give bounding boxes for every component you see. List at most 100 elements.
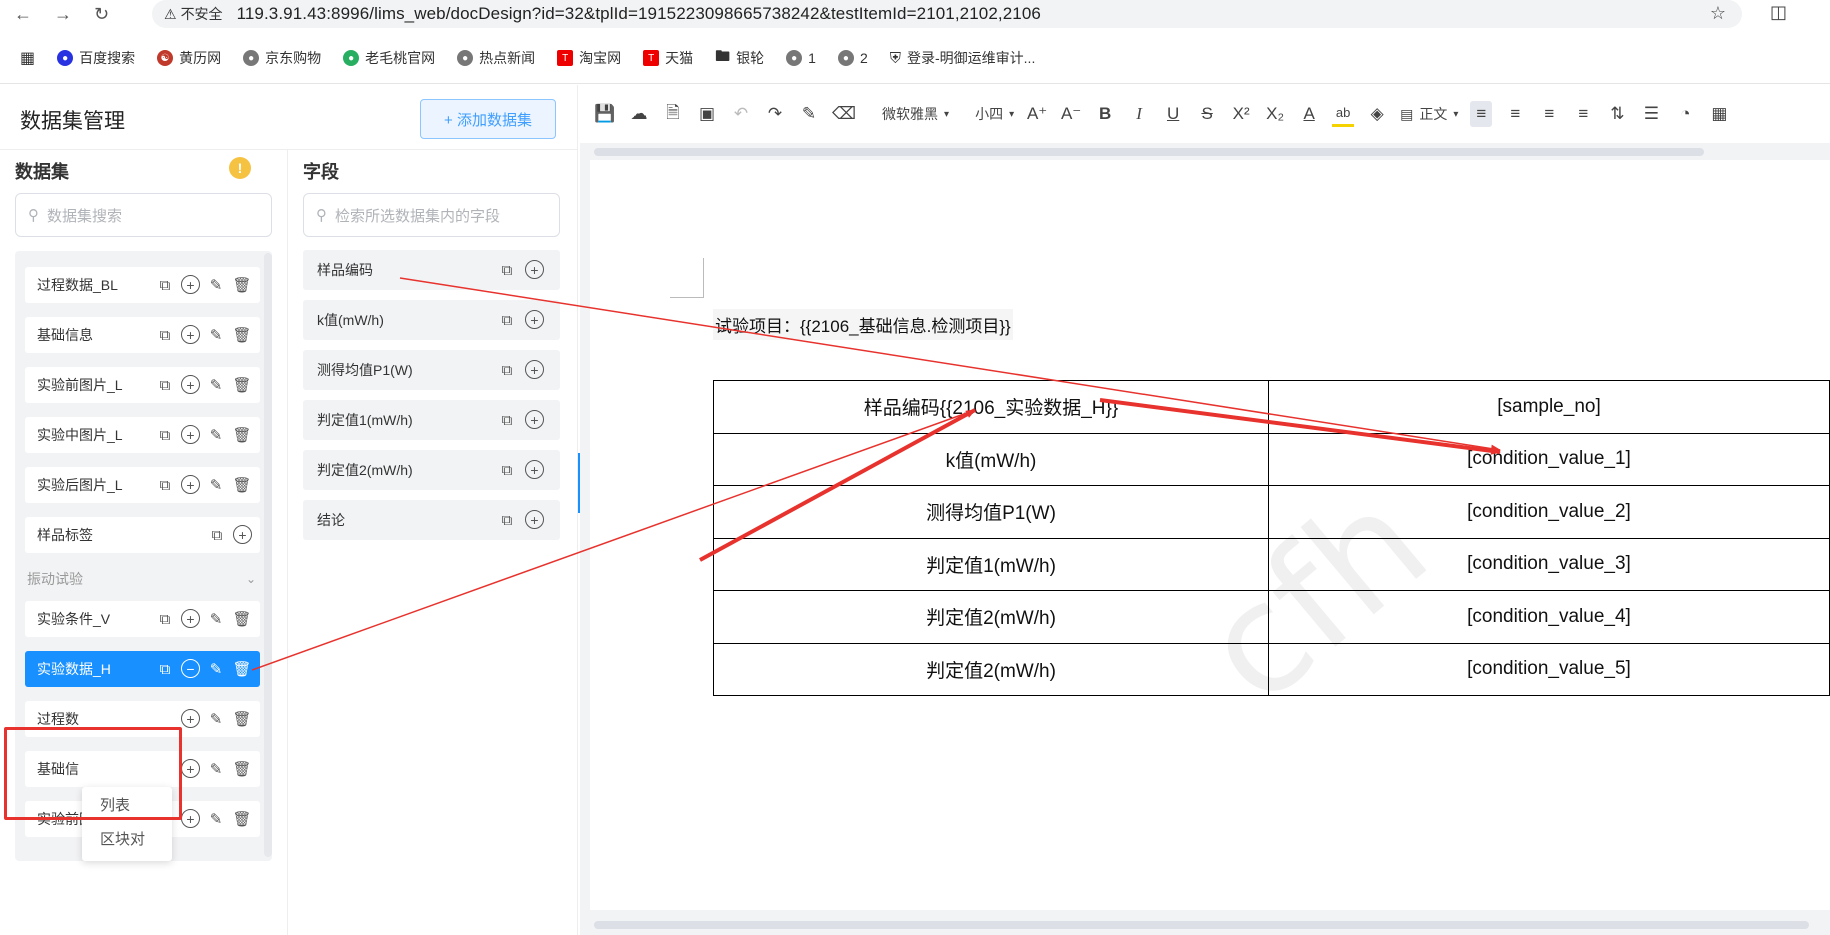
- table-cell[interactable]: 样品编码{{2106_实验数据_H}}: [713, 380, 1269, 434]
- copy-icon[interactable]: ⧉: [497, 360, 517, 380]
- fill-color-icon[interactable]: ◈: [1366, 101, 1388, 127]
- bookmark-item[interactable]: ● 2: [837, 50, 868, 66]
- bold-icon[interactable]: B: [1094, 101, 1116, 127]
- copy-icon[interactable]: ⧉: [497, 310, 517, 330]
- dataset-search-input[interactable]: ⚲ 数据集搜索: [15, 193, 272, 237]
- horizontal-scrollbar[interactable]: [594, 921, 1809, 929]
- extensions-icon[interactable]: ◫: [1770, 2, 1787, 23]
- edit-icon[interactable]: ✎: [206, 809, 226, 829]
- add-icon[interactable]: +: [181, 375, 200, 394]
- field-item[interactable]: 判定值2(mW/h) ⧉ +: [303, 450, 560, 490]
- line-spacing-icon[interactable]: ⇅: [1606, 101, 1628, 127]
- add-icon[interactable]: +: [181, 609, 200, 628]
- decrease-font-icon[interactable]: A⁻: [1060, 101, 1082, 127]
- table-cell[interactable]: 判定值1(mW/h): [713, 537, 1269, 591]
- align-right-icon[interactable]: ≡: [1538, 101, 1560, 127]
- bookmark-item[interactable]: ● 京东购物: [243, 48, 321, 68]
- dataset-item[interactable]: 实验中图片_L ⧉ + ✎ 🗑: [25, 417, 260, 453]
- reload-icon[interactable]: ↻: [94, 4, 109, 25]
- add-icon[interactable]: +: [233, 525, 252, 544]
- copy-icon[interactable]: ⧉: [207, 525, 227, 545]
- url-text[interactable]: 119.3.91.43:8996/lims_web/docDesign?id=3…: [237, 4, 1041, 24]
- copy-icon[interactable]: ⧉: [497, 260, 517, 280]
- copy-icon[interactable]: ⧉: [155, 275, 175, 295]
- edit-icon[interactable]: ✎: [206, 759, 226, 779]
- delete-icon[interactable]: 🗑: [232, 425, 252, 445]
- bookmark-item[interactable]: 🖿 银轮: [715, 46, 764, 71]
- table-cell[interactable]: 测得均值P1(W): [713, 485, 1269, 539]
- dataset-group-header[interactable]: 振动试验 ⌄: [25, 564, 260, 594]
- save-icon[interactable]: 💾: [594, 101, 616, 127]
- table-cell[interactable]: [condition_value_3]: [1267, 537, 1830, 591]
- format-painter-icon[interactable]: ✎: [798, 101, 820, 127]
- list-icon[interactable]: ☰: [1640, 101, 1662, 127]
- edit-icon[interactable]: ✎: [206, 609, 226, 629]
- edit-icon[interactable]: ✎: [206, 275, 226, 295]
- add-icon[interactable]: +: [181, 325, 200, 344]
- field-item[interactable]: 结论 ⧉ +: [303, 500, 560, 540]
- popup-item-block[interactable]: 区块对: [82, 821, 172, 855]
- bookmark-item[interactable]: ● 老毛桃官网: [343, 48, 435, 68]
- dataset-item[interactable]: 基础信息 ⧉ + ✎ 🗑: [25, 317, 260, 353]
- paragraph-style-select[interactable]: ▤ 正文 ▾: [1400, 101, 1458, 127]
- bookmark-item[interactable]: T 淘宝网: [557, 48, 621, 68]
- bookmark-item[interactable]: ☯ 黄历网: [157, 48, 221, 68]
- word-export-icon[interactable]: 🗎: [662, 101, 684, 127]
- increase-font-icon[interactable]: A⁺: [1026, 101, 1048, 127]
- copy-icon[interactable]: ⧉: [497, 410, 517, 430]
- table-cell[interactable]: [sample_no]: [1267, 380, 1830, 434]
- data-table[interactable]: 样品编码{{2106_实验数据_H}} [sample_no] k值(mW/h)…: [713, 380, 1830, 696]
- subscript-icon[interactable]: X₂: [1264, 101, 1286, 127]
- superscript-icon[interactable]: X²: [1230, 101, 1252, 127]
- font-family-select[interactable]: 微软雅黑 ▾: [882, 101, 949, 127]
- align-justify-icon[interactable]: ≡: [1572, 101, 1594, 127]
- add-icon[interactable]: +: [525, 360, 544, 379]
- delete-icon[interactable]: 🗑: [232, 609, 252, 629]
- table-icon[interactable]: ▦: [1708, 101, 1730, 127]
- add-icon[interactable]: +: [181, 425, 200, 444]
- dataset-item[interactable]: 样品标签 ⧉ +: [25, 517, 260, 553]
- field-item[interactable]: 测得均值P1(W) ⧉ +: [303, 350, 560, 390]
- chart-icon[interactable]: ◔: [1674, 101, 1696, 127]
- add-icon[interactable]: +: [525, 310, 544, 329]
- delete-icon[interactable]: 🗑: [232, 809, 252, 829]
- upload-icon[interactable]: ☁: [628, 101, 650, 127]
- dataset-item[interactable]: 实验条件_V ⧉ + ✎ 🗑: [25, 601, 260, 637]
- field-item[interactable]: 判定值1(mW/h) ⧉ +: [303, 400, 560, 440]
- copy-icon[interactable]: ⧉: [497, 510, 517, 530]
- table-cell[interactable]: 判定值2(mW/h): [713, 590, 1269, 644]
- table-cell[interactable]: [condition_value_1]: [1267, 432, 1830, 486]
- add-icon[interactable]: +: [181, 709, 200, 728]
- bookmark-item[interactable]: T 天猫: [643, 48, 693, 68]
- dataset-item[interactable]: 实验前图片_L ⧉+✎🗑: [25, 367, 260, 403]
- field-item[interactable]: k值(mW/h) ⧉ +: [303, 300, 560, 340]
- edit-icon[interactable]: ✎: [206, 475, 226, 495]
- address-bar[interactable]: ⚠ 不安全 119.3.91.43:8996/lims_web/docDesig…: [152, 0, 1742, 28]
- apps-grid-icon[interactable]: ▦: [20, 48, 35, 68]
- copy-icon[interactable]: ⧉: [155, 609, 175, 629]
- copy-icon[interactable]: ⧉: [497, 460, 517, 480]
- add-icon[interactable]: +: [181, 759, 200, 778]
- delete-icon[interactable]: 🗑: [232, 659, 252, 679]
- bookmark-item[interactable]: ● 1: [786, 50, 816, 66]
- delete-icon[interactable]: 🗑: [232, 375, 252, 395]
- delete-icon[interactable]: 🗑: [232, 709, 252, 729]
- add-dataset-button[interactable]: + 添加数据集: [420, 99, 556, 139]
- align-left-icon[interactable]: ≡: [1470, 101, 1493, 127]
- table-cell[interactable]: 判定值2(mW/h): [713, 642, 1269, 696]
- delete-icon[interactable]: 🗑: [232, 759, 252, 779]
- table-cell[interactable]: k值(mW/h): [713, 432, 1269, 486]
- copy-icon[interactable]: ⧉: [155, 425, 175, 445]
- back-icon[interactable]: ←: [14, 4, 32, 25]
- redo-icon[interactable]: ↷: [764, 101, 786, 127]
- remove-icon[interactable]: −: [181, 659, 200, 678]
- dataset-item-selected[interactable]: 实验数据_H ⧉ − ✎ 🗑: [25, 651, 260, 687]
- not-secure-badge[interactable]: ⚠ 不安全: [164, 4, 223, 24]
- delete-icon[interactable]: 🗑: [232, 275, 252, 295]
- copy-icon[interactable]: ⧉: [155, 375, 175, 395]
- highlight-icon[interactable]: ab: [1332, 101, 1355, 127]
- strikethrough-icon[interactable]: S: [1196, 101, 1218, 127]
- table-cell[interactable]: [condition_value_5]: [1267, 642, 1830, 696]
- edit-icon[interactable]: ✎: [206, 709, 226, 729]
- table-cell[interactable]: [condition_value_4]: [1267, 590, 1830, 644]
